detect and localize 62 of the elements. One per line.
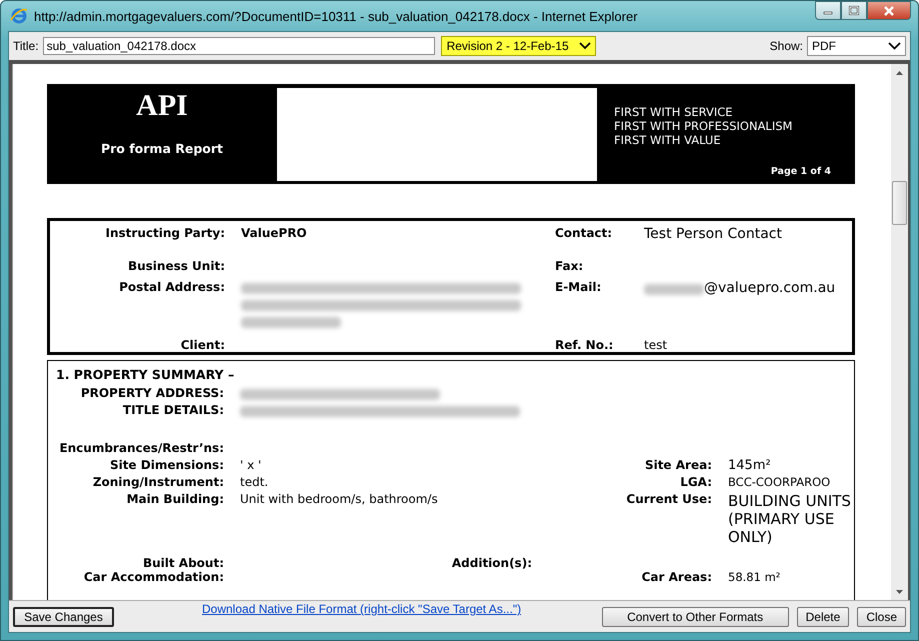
field-value: @valuepro.com.au (704, 280, 836, 296)
arrow-up-icon (896, 70, 903, 74)
title-field[interactable]: sub_valuation_042178.docx (42, 37, 435, 55)
field-value: Test Person Contact (644, 226, 782, 242)
section-heading: 1. PROPERTY SUMMARY – (56, 367, 236, 382)
field-label: Fax: (555, 259, 584, 273)
field-value: test (644, 338, 668, 352)
field-label: Ref. No.: (555, 338, 614, 352)
close-icon (883, 6, 895, 16)
field-label: Contact: (555, 226, 612, 240)
save-changes-button[interactable]: Save Changes (13, 606, 114, 626)
window-title: http://admin.mortgagevaluers.com/?DocumentID=10311 - sub_valuation_042178.docx - Internet Explorer (34, 8, 638, 24)
field-label: Instructing Party: (106, 226, 225, 240)
field-value: ValuePRO (241, 226, 307, 240)
field-label: Site Area: (644, 458, 712, 472)
field-value: BCC-COORPAROO (728, 475, 830, 489)
field-label: Business Unit: (128, 259, 225, 273)
tagline: FIRST WITH SERVICE (614, 105, 734, 119)
tagline: FIRST WITH VALUE (614, 133, 722, 147)
page-number: Page 1 of 4 (770, 166, 831, 177)
close-button[interactable]: Close (857, 606, 906, 626)
chevron-icon (578, 42, 591, 50)
browser-icon (10, 7, 28, 25)
scrollbar[interactable] (891, 64, 908, 600)
show-dropdown[interactable]: PDF (807, 36, 906, 56)
field-label: Encumbrances/Restr’ns: (59, 441, 224, 455)
revision-dropdown[interactable]: Revision 2 - 12-Feb-15 (440, 36, 596, 56)
scrollbar-thumb[interactable] (892, 181, 907, 225)
field-label: Zoning/Instrument: (92, 475, 224, 489)
field-label: Postal Address: (119, 280, 225, 294)
field-value: Unit with bedroom/s, bathroom/s (240, 492, 438, 506)
field-label: TITLE DETAILS: (122, 403, 224, 417)
download-link[interactable]: Download Native File Format (right-click "Save Target As...") (202, 602, 522, 616)
arrow-down-icon (896, 590, 903, 594)
maximize-button[interactable] (841, 1, 867, 20)
field-label: E-Mail: (555, 280, 602, 294)
report-subtitle: Pro forma Report (100, 141, 224, 156)
field-label: Main Building: (126, 492, 224, 506)
field-label: Site Dimensions: (110, 458, 224, 472)
field-label: Built About: (142, 556, 224, 570)
company-logo: API (136, 89, 188, 123)
minimize-button[interactable] (815, 1, 841, 20)
field-label: LGA: (680, 475, 712, 489)
chevron-icon (888, 42, 901, 50)
field-value: tedt. (240, 475, 268, 489)
field-label: Client: (180, 338, 225, 352)
field-value: 58.81 m² (728, 570, 780, 584)
field-label: Car Accommodation: (84, 570, 224, 584)
field-value: ' x ' (240, 458, 262, 472)
field-value: BUILDING UNITS (PRIMARY USE ONLY) (728, 492, 851, 546)
field-value: 145m² (728, 458, 771, 473)
delete-button[interactable]: Delete (796, 606, 850, 626)
show-label: Show: (770, 39, 803, 53)
field-label: PROPERTY ADDRESS: (80, 386, 224, 400)
tagline: FIRST WITH PROFESSIONALISM (614, 119, 794, 133)
field-label: Addition(s): (452, 556, 532, 570)
close-button[interactable] (867, 1, 911, 20)
field-label: Car Areas: (642, 570, 712, 584)
field-label: Current Use: (626, 492, 712, 506)
maximize-icon (849, 6, 859, 15)
convert-button[interactable]: Convert to Other Formats (602, 606, 789, 626)
title-label: Title: (13, 39, 39, 53)
